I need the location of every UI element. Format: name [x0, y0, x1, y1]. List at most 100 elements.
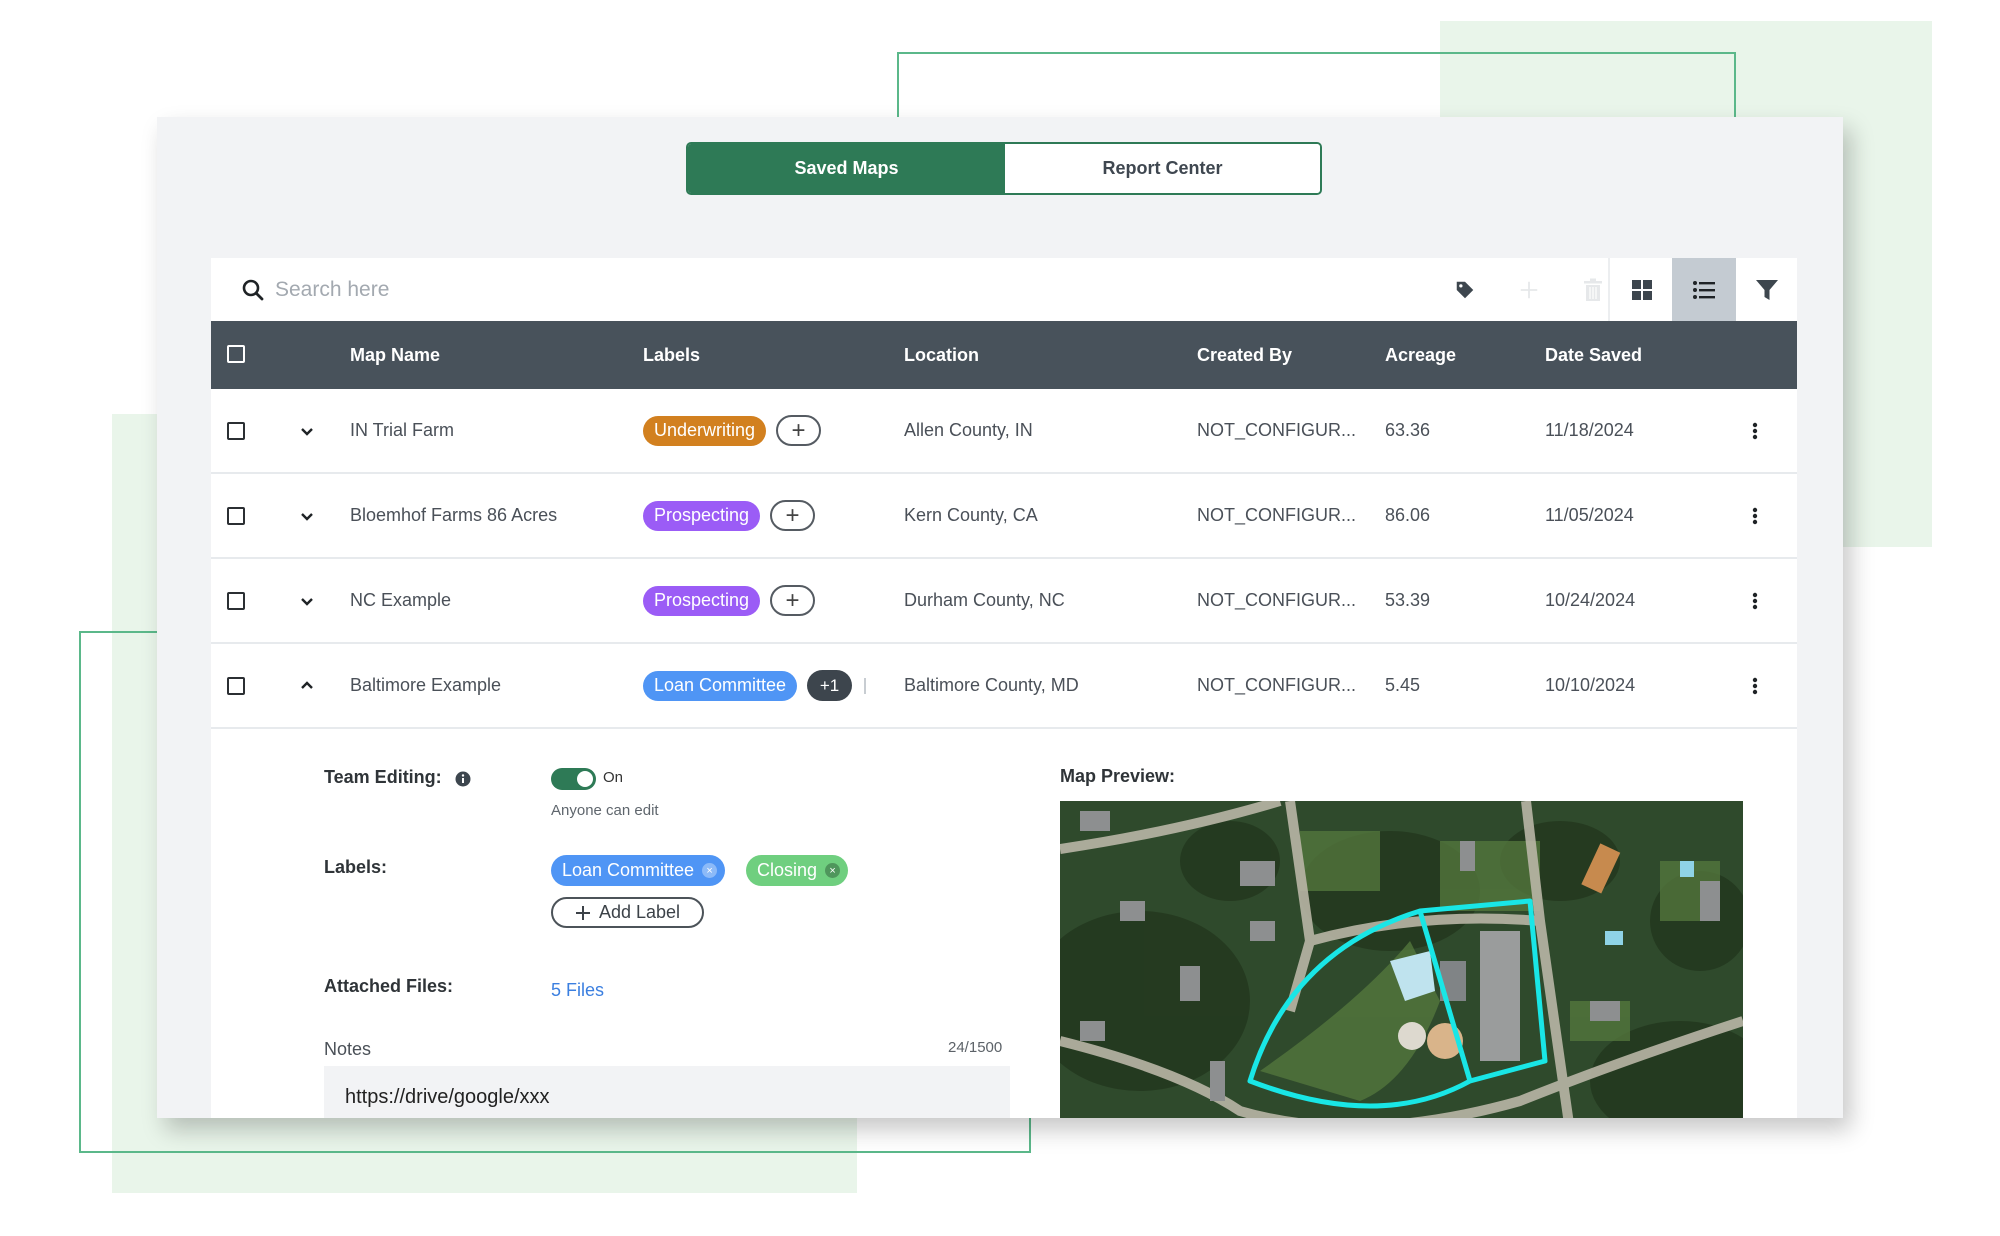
plus-icon — [575, 905, 590, 920]
team-editing-hint: Anyone can edit — [551, 802, 659, 819]
label-pill[interactable]: Prospecting — [643, 585, 761, 616]
remove-label-icon[interactable]: × — [702, 863, 718, 878]
acreage: 63.36 — [1385, 420, 1431, 440]
row-checkbox[interactable] — [227, 507, 245, 525]
map-name[interactable]: NC Example — [350, 559, 451, 642]
label-pill[interactable]: Prospecting — [643, 500, 761, 531]
location: Durham County, NC — [904, 590, 1065, 610]
team-editing-state: On — [603, 769, 624, 786]
add-label-button[interactable]: + — [770, 500, 816, 531]
row-checkbox[interactable] — [227, 422, 245, 440]
select-all-checkbox[interactable] — [227, 345, 245, 363]
row-checkbox[interactable] — [227, 677, 245, 695]
trash-icon — [1584, 278, 1602, 301]
tab-saved-maps[interactable]: Saved Maps — [688, 144, 1005, 193]
acreage: 5.45 — [1385, 675, 1421, 695]
date-saved: 10/10/2024 — [1545, 675, 1636, 695]
filter-button[interactable] — [1736, 258, 1797, 321]
attached-files-link[interactable]: 5 Files — [551, 980, 604, 1001]
date-saved: 11/18/2024 — [1545, 420, 1634, 440]
labels-label: Labels: — [324, 857, 388, 877]
labels-cell: Prospecting + — [643, 559, 816, 642]
created-by: NOT_CONFIGUR... — [1197, 420, 1357, 440]
column-header-date-saved[interactable]: Date Saved — [1545, 321, 1642, 389]
notes-label: Notes — [324, 1039, 372, 1059]
labels-cell: Prospecting + — [643, 474, 816, 557]
attached-files-label: Attached Files: — [324, 976, 454, 996]
column-header-created-by[interactable]: Created By — [1197, 321, 1292, 389]
expand-row-button[interactable] — [297, 559, 317, 642]
column-header-acreage[interactable]: Acreage — [1385, 321, 1456, 389]
filter-icon — [1755, 279, 1778, 300]
chevron-down-icon — [301, 597, 313, 606]
satellite-map — [1060, 801, 1743, 1118]
table-row[interactable]: NC Example Prospecting + Durham County, N… — [211, 559, 1797, 644]
more-labels-badge[interactable]: +1 — [807, 670, 853, 701]
label-chip-loan-committee: Loan Committee × — [551, 855, 726, 886]
column-header-location[interactable]: Location — [904, 321, 979, 389]
notes-char-count: 24/1500 — [948, 1039, 1003, 1056]
search-input[interactable] — [273, 272, 977, 308]
table-body: IN Trial Farm Underwriting + Allen County… — [211, 389, 1797, 729]
add-label-button[interactable]: Add Label — [551, 897, 704, 928]
list-view-icon — [1693, 280, 1715, 299]
grid-view-button[interactable] — [1608, 258, 1674, 321]
table-toolbar — [211, 258, 1797, 321]
map-name[interactable]: IN Trial Farm — [350, 389, 454, 472]
label-pill[interactable]: Underwriting — [643, 415, 767, 446]
remove-label-icon[interactable]: × — [825, 863, 841, 878]
label-chip-text: Loan Committee — [562, 860, 695, 880]
map-name[interactable]: Bloemhof Farms 86 Acres — [350, 474, 557, 557]
map-preview-image[interactable] — [1060, 801, 1743, 1118]
info-icon[interactable] — [455, 771, 471, 787]
tag-icon — [1456, 281, 1474, 298]
row-more-options-button[interactable] — [1745, 389, 1765, 472]
grid-view-icon — [1632, 279, 1652, 300]
row-more-options-button[interactable] — [1745, 644, 1765, 727]
collapse-row-button[interactable] — [297, 644, 317, 727]
created-by: NOT_CONFIGUR... — [1197, 590, 1357, 610]
row-more-options-button[interactable] — [1745, 474, 1765, 557]
table-header: Map Name Labels Location Created By Acre… — [211, 321, 1797, 389]
tab-report-center[interactable]: Report Center — [1005, 144, 1320, 193]
saved-maps-table: Map Name Labels Location Created By Acre… — [211, 258, 1797, 1118]
team-editing-toggle[interactable] — [551, 768, 596, 790]
add-label-button[interactable]: + — [770, 585, 816, 616]
table-row[interactable]: IN Trial Farm Underwriting + Allen County… — [211, 389, 1797, 474]
expand-row-button[interactable] — [297, 474, 317, 557]
chevron-down-icon — [301, 427, 313, 436]
location: Allen County, IN — [904, 420, 1033, 440]
notes-field[interactable] — [324, 1066, 1010, 1118]
label-pill[interactable]: Loan Committee — [643, 670, 798, 701]
table-row[interactable]: Bloemhof Farms 86 Acres Prospecting + Ker… — [211, 474, 1797, 559]
label-chip-closing: Closing × — [746, 855, 849, 886]
created-by: NOT_CONFIGUR... — [1197, 675, 1357, 695]
map-name[interactable]: Baltimore Example — [350, 644, 501, 727]
add-button[interactable] — [1497, 258, 1561, 321]
column-header-labels[interactable]: Labels — [643, 321, 700, 389]
more-vertical-icon — [1752, 507, 1758, 524]
more-vertical-icon — [1752, 677, 1758, 694]
column-header-map-name[interactable]: Map Name — [350, 321, 440, 389]
labels-cell: Underwriting + — [643, 389, 822, 472]
chevron-up-icon — [301, 680, 313, 689]
labels-cell: Loan Committee +1 — [643, 644, 870, 727]
chevron-down-icon — [301, 512, 313, 521]
table-row[interactable]: Baltimore Example Loan Committee +1 Balti… — [211, 644, 1797, 729]
expand-row-button[interactable] — [297, 389, 317, 472]
tag-button[interactable] — [1433, 258, 1497, 321]
team-editing-label: Team Editing: — [324, 767, 442, 787]
label-chip-text: Closing — [757, 860, 818, 880]
row-more-options-button[interactable] — [1745, 559, 1765, 642]
row-details-panel: Team Editing: On Anyone can edit Labels:… — [211, 729, 1797, 1118]
add-label-button[interactable]: + — [776, 415, 822, 446]
location: Baltimore County, MD — [904, 675, 1079, 695]
view-tabs: Saved Maps Report Center — [686, 142, 1322, 195]
acreage: 53.39 — [1385, 590, 1431, 610]
date-saved: 11/05/2024 — [1545, 505, 1634, 525]
add-label-text: Add Label — [598, 902, 681, 922]
list-view-button[interactable] — [1672, 258, 1736, 321]
app-window: Saved Maps Report Center Search here Map… — [157, 117, 1843, 1118]
overflow-pill-edge — [864, 677, 870, 694]
row-checkbox[interactable] — [227, 592, 245, 610]
